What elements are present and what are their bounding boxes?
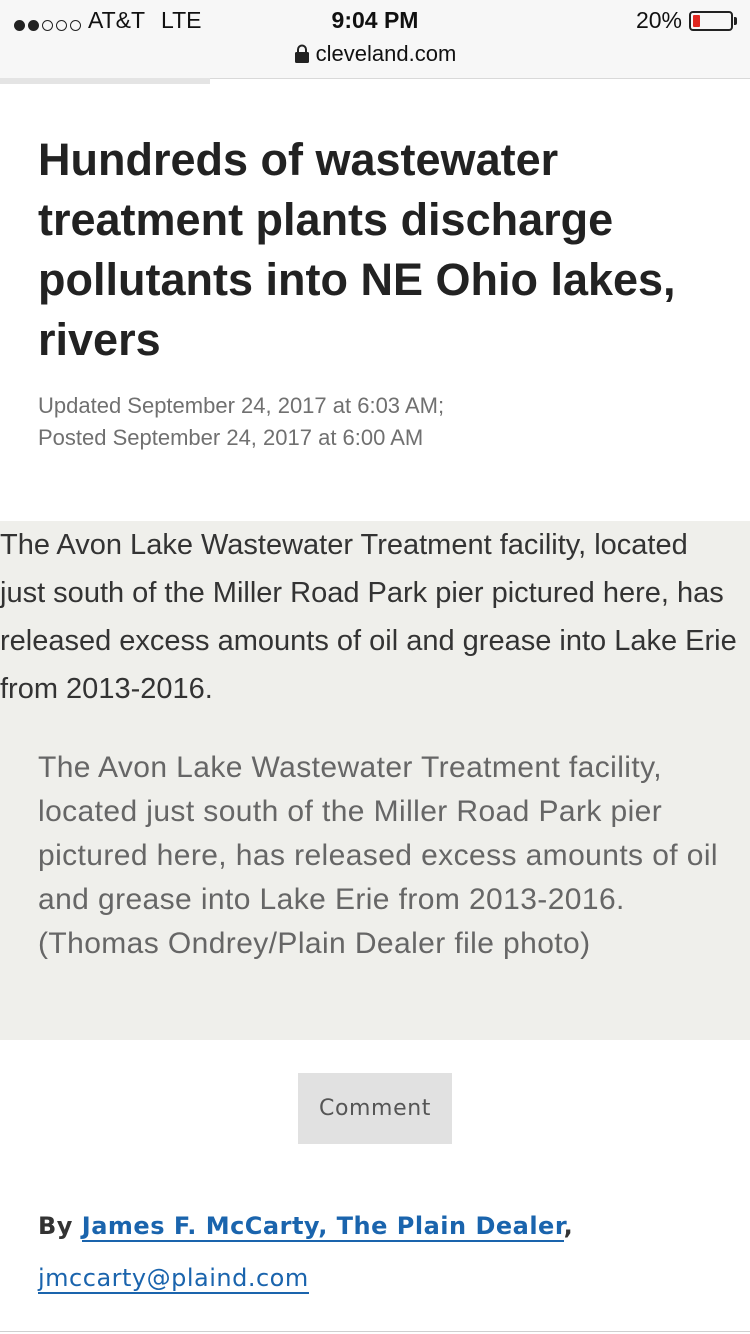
status-bar: AT&T LTE 9:04 PM 20% — [0, 0, 750, 40]
battery-tip — [734, 17, 737, 25]
comment-button[interactable]: Comment — [298, 1073, 452, 1144]
article-headline: Hundreds of wastewater treatment plants … — [38, 134, 676, 365]
url-text: cleveland.com — [315, 41, 457, 66]
author-link[interactable]: James F. McCarty, The Plain Dealer — [81, 1212, 564, 1242]
lead-image[interactable]: The Avon Lake Wastewater Treatment facil… — [0, 521, 750, 1040]
byline: By James F. McCarty, The Plain Dealer, — [38, 1212, 728, 1242]
image-caption: The Avon Lake Wastewater Treatment facil… — [38, 751, 718, 960]
divider — [0, 1331, 750, 1332]
posted-timestamp: Posted September 24, 2017 at 6:00 AM — [38, 425, 424, 450]
address-bar[interactable]: cleveland.com — [0, 40, 750, 79]
updated-timestamp: Updated September 24, 2017 at 6:03 AM; — [38, 393, 445, 418]
battery-level-fill — [693, 15, 700, 27]
byline-separator: , — [563, 1212, 574, 1240]
author-email-link[interactable]: jmccarty@plaind.com — [38, 1264, 309, 1294]
byline-prefix: By — [38, 1212, 82, 1240]
lock-icon — [294, 44, 309, 63]
battery-icon — [689, 11, 733, 31]
page-load-progress — [0, 78, 210, 84]
image-alt-text: The Avon Lake Wastewater Treatment facil… — [0, 529, 737, 705]
battery-percent: 20% — [635, 7, 682, 33]
url-display[interactable]: cleveland.com — [0, 40, 750, 68]
